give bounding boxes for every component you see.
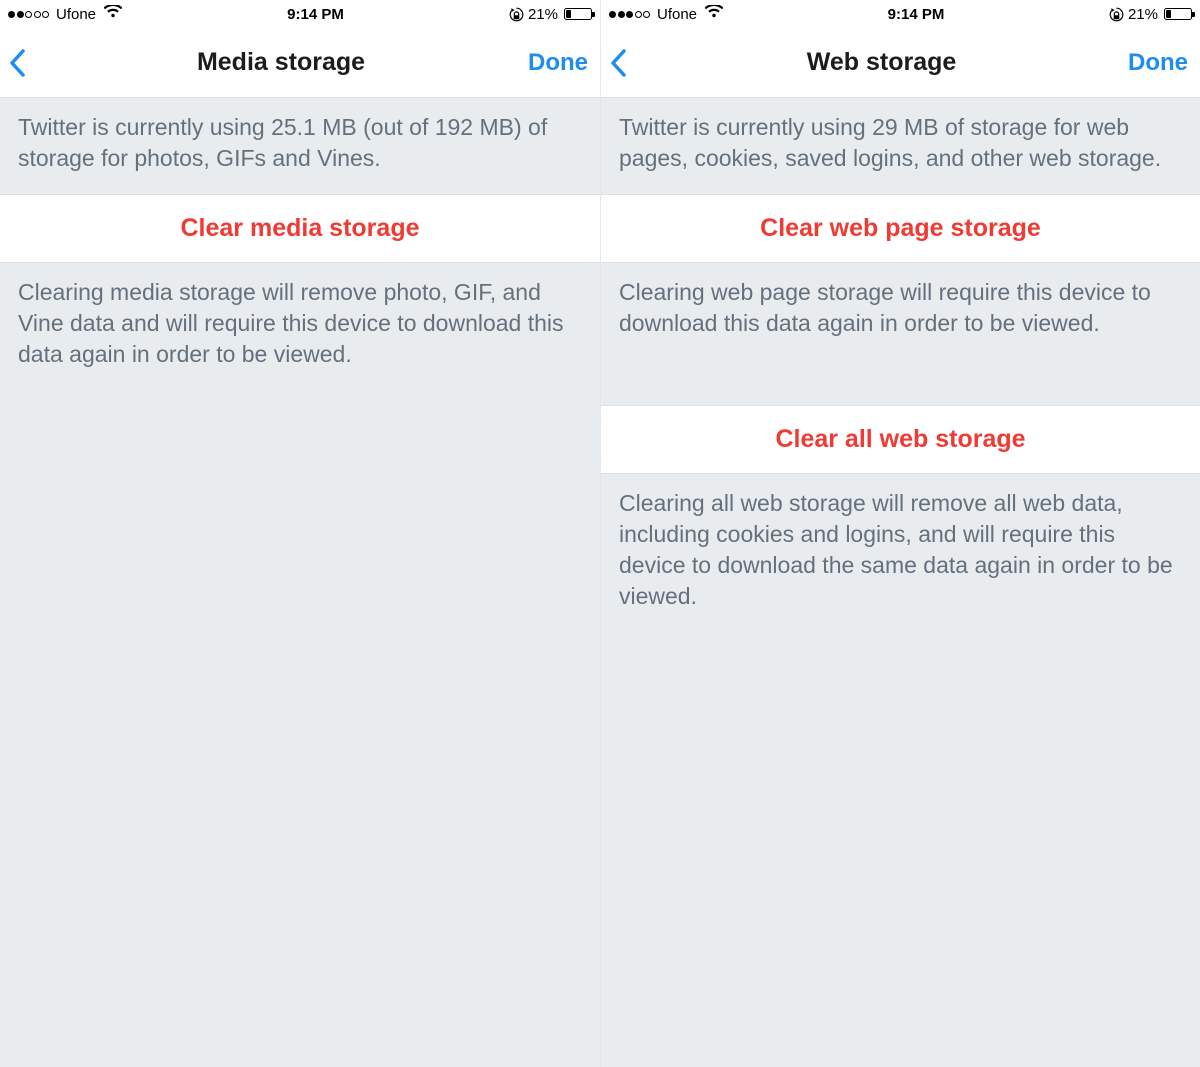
status-bar: Ufone 9:14 PM 21% — [601, 0, 1200, 28]
clear-media-storage-button[interactable]: Clear media storage — [0, 194, 600, 263]
battery-icon — [1164, 8, 1192, 20]
battery-percent: 21% — [528, 6, 558, 23]
orientation-lock-icon — [509, 7, 524, 22]
clear-web-page-storage-footer: Clearing web page storage will require t… — [601, 263, 1200, 359]
status-bar-time: 9:14 PM — [888, 6, 945, 23]
status-bar-time: 9:14 PM — [287, 6, 344, 23]
clear-media-storage-footer: Clearing media storage will remove photo… — [0, 263, 600, 390]
page-title: Media storage — [44, 48, 518, 77]
status-bar-right: 21% — [509, 6, 592, 23]
screen-web-storage: Ufone 9:14 PM 21% Web storage Done Twitt… — [600, 0, 1200, 1067]
nav-bar: Web storage Done — [601, 28, 1200, 98]
carrier-label: Ufone — [56, 6, 96, 23]
signal-dots-icon — [8, 11, 49, 18]
battery-percent: 21% — [1128, 6, 1158, 23]
status-bar: Ufone 9:14 PM 21% — [0, 0, 600, 28]
usage-description: Twitter is currently using 29 MB of stor… — [601, 98, 1200, 194]
orientation-lock-icon — [1109, 7, 1124, 22]
clear-web-page-storage-button[interactable]: Clear web page storage — [601, 194, 1200, 263]
page-title: Web storage — [645, 48, 1118, 77]
usage-description: Twitter is currently using 25.1 MB (out … — [0, 98, 600, 194]
battery-icon — [564, 8, 592, 20]
carrier-label: Ufone — [657, 6, 697, 23]
status-bar-left: Ufone — [609, 5, 723, 23]
signal-dots-icon — [609, 11, 650, 18]
clear-all-web-storage-footer: Clearing all web storage will remove all… — [601, 474, 1200, 632]
done-button[interactable]: Done — [1118, 49, 1188, 77]
screen-media-storage: Ufone 9:14 PM 21% Media storage Done Twi… — [0, 0, 600, 1067]
status-bar-left: Ufone — [8, 5, 122, 23]
clear-all-web-storage-button[interactable]: Clear all web storage — [601, 405, 1200, 474]
wifi-icon — [104, 5, 122, 23]
status-bar-right: 21% — [1109, 6, 1192, 23]
back-button[interactable] — [609, 41, 645, 85]
done-button[interactable]: Done — [518, 49, 588, 77]
wifi-icon — [705, 5, 723, 23]
nav-bar: Media storage Done — [0, 28, 600, 98]
back-button[interactable] — [8, 41, 44, 85]
section-spacer — [601, 359, 1200, 405]
